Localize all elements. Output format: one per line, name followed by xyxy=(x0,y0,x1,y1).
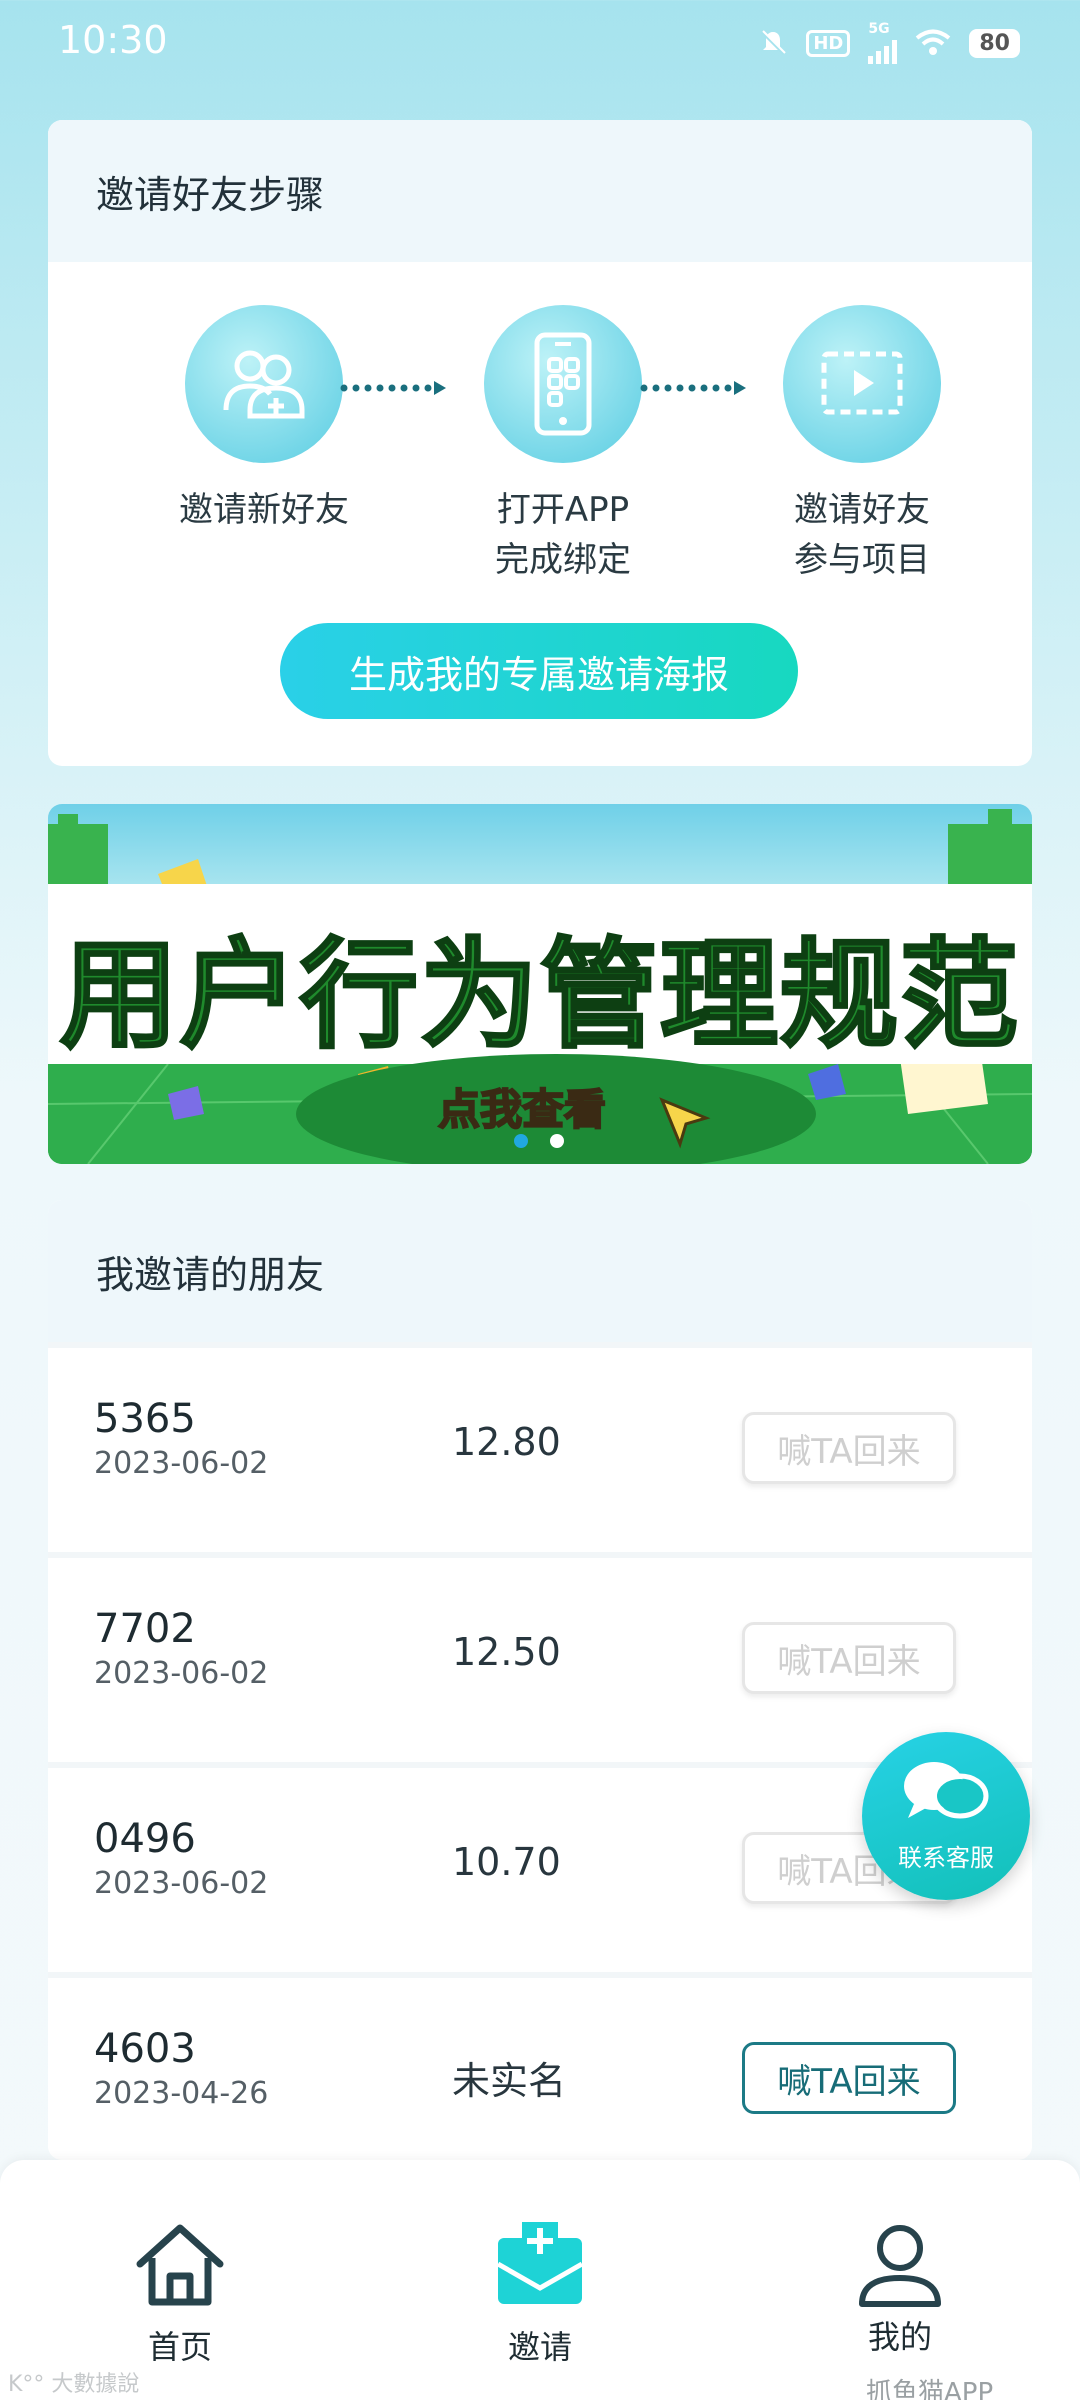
friend-id: 5365 xyxy=(94,1396,196,1442)
status-time: 10:30 xyxy=(58,18,168,62)
customer-service-button[interactable]: 联系客服 xyxy=(862,1732,1030,1900)
step-circle xyxy=(783,305,941,463)
friend-row: 4603 2023-04-26 未实名 喊TA回来 xyxy=(48,1972,1032,2154)
watermark-left: K°° 大數據說 xyxy=(8,2372,140,2397)
phone-app-icon xyxy=(534,332,592,436)
call-back-button: 喊TA回来 xyxy=(742,1412,956,1484)
signal-icon: 5G xyxy=(868,21,898,64)
friend-amount: 12.50 xyxy=(452,1630,561,1674)
add-user-icon xyxy=(223,350,305,419)
step-label: 打开APP 完成绑定 xyxy=(473,485,653,585)
step-circle xyxy=(185,305,343,463)
tab-invite[interactable]: 邀请 xyxy=(460,2222,620,2368)
user-icon xyxy=(859,2225,941,2307)
step-invite-friend: 邀请新好友 xyxy=(174,305,354,535)
call-back-button: 喊TA回来 xyxy=(742,1622,956,1694)
invited-friends-card: 我邀请的朋友 5365 2023-06-02 12.80 喊TA回来 7702 … xyxy=(48,1200,1032,2160)
invite-steps-title: 邀请好友步骤 xyxy=(48,120,1032,262)
mute-bell-icon xyxy=(761,30,787,56)
friend-date: 2023-06-02 xyxy=(94,1656,269,1691)
tab-label: 邀请 xyxy=(507,2328,572,2366)
step-label-line1: 邀请新好友 xyxy=(179,490,349,530)
banner-cta: 点我查看 xyxy=(437,1084,607,1135)
video-play-icon xyxy=(821,351,903,415)
tab-home[interactable]: 首页 xyxy=(100,2222,260,2368)
friend-amount: 10.70 xyxy=(452,1840,561,1884)
status-bar: 10:30 HD 5G 80 xyxy=(0,0,1080,90)
battery-icon: 80 xyxy=(969,28,1020,58)
step-join-project: 邀请好友 参与项目 xyxy=(772,305,952,585)
generate-poster-button[interactable]: 生成我的专属邀请海报 xyxy=(280,623,798,719)
hd-icon: HD xyxy=(806,29,851,57)
network-type: 5G xyxy=(868,21,890,37)
friend-date: 2023-06-02 xyxy=(94,1866,269,1901)
invite-envelope-icon xyxy=(496,2222,584,2304)
banner-title: 用户行为管理规范 xyxy=(58,925,1020,1066)
banner-carousel[interactable]: 用户行为管理规范 点我查看 xyxy=(48,804,1032,1164)
friend-row: 5365 2023-06-02 12.80 喊TA回来 xyxy=(48,1342,1032,1524)
step-label-line1: 邀请好友 xyxy=(794,490,930,530)
friend-id: 4603 xyxy=(94,2026,196,2072)
step-arrow-icon xyxy=(640,381,746,395)
step-label: 邀请好友 参与项目 xyxy=(772,485,952,585)
carousel-dot-active[interactable] xyxy=(514,1134,528,1148)
bottom-tab-bar: 首页 邀请 我的 xyxy=(0,2160,1080,2400)
friend-id: 0496 xyxy=(94,1816,196,1862)
tab-me[interactable]: 我的 xyxy=(820,2222,980,2358)
step-open-app: 打开APP 完成绑定 xyxy=(473,305,653,585)
step-label-line1: 打开APP xyxy=(496,490,630,530)
customer-service-label: 联系客服 xyxy=(898,1844,994,1872)
tab-label: 我的 xyxy=(867,2318,932,2356)
friend-date: 2023-06-02 xyxy=(94,1446,269,1481)
cursor-icon xyxy=(659,1097,711,1149)
watermark-right: 抓鱼猫APP xyxy=(866,2378,994,2400)
friend-row: 7702 2023-06-02 12.50 喊TA回来 xyxy=(48,1552,1032,1734)
step-label-line2: 完成绑定 xyxy=(495,540,631,580)
friend-id: 7702 xyxy=(94,1606,196,1652)
invite-steps-card: 邀请好友步骤 邀请新好友 打开APP 完成绑定 邀请好友 参与项目 生成我的专属… xyxy=(48,120,1032,766)
step-label: 邀请新好友 xyxy=(174,485,354,535)
friend-amount: 12.80 xyxy=(452,1420,561,1464)
invited-friends-title: 我邀请的朋友 xyxy=(48,1200,1032,1342)
step-circle xyxy=(484,305,642,463)
home-icon xyxy=(136,2224,224,2306)
friend-date: 2023-04-26 xyxy=(94,2076,269,2111)
step-arrow-icon xyxy=(340,381,446,395)
chat-bubble-icon xyxy=(904,1762,989,1819)
friend-amount: 未实名 xyxy=(452,2059,567,2103)
carousel-dot[interactable] xyxy=(550,1134,564,1148)
wifi-icon xyxy=(916,29,951,55)
step-label-line2: 参与项目 xyxy=(794,540,930,580)
tab-label: 首页 xyxy=(147,2328,212,2366)
status-icons: HD 5G 80 xyxy=(758,22,1020,64)
call-back-button[interactable]: 喊TA回来 xyxy=(742,2042,956,2114)
